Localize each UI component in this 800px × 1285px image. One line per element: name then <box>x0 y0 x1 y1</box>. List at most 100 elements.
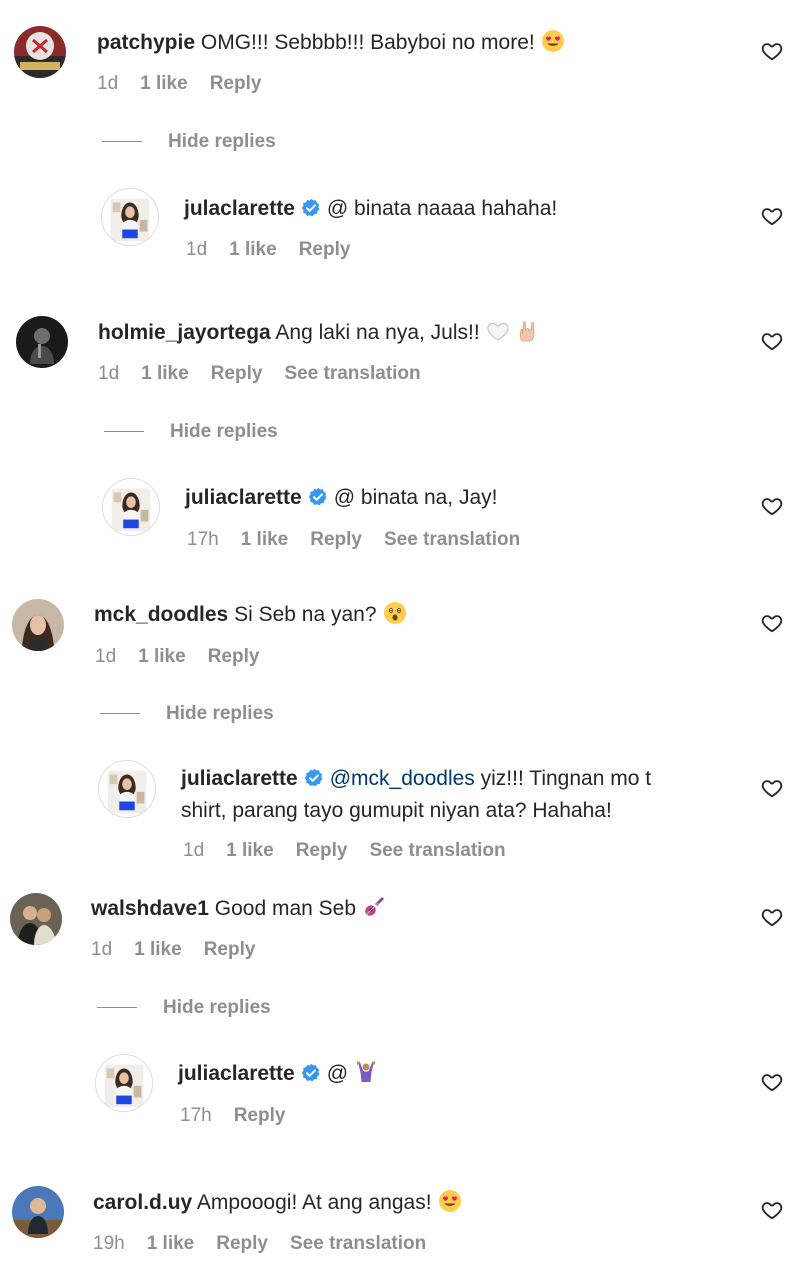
like-heart-icon[interactable] <box>761 777 783 799</box>
reply-text: juliaclarette @mck_doodles yiz!!! Tingnan… <box>181 764 651 794</box>
divider <box>100 713 140 715</box>
divider <box>97 1007 137 1009</box>
username[interactable]: julaclarette <box>184 197 295 220</box>
avatar[interactable] <box>12 1186 64 1238</box>
like-heart-icon[interactable] <box>761 330 783 352</box>
comment-meta: 1d 1 like Reply <box>91 938 277 962</box>
comment-meta: 1d 1 like Reply <box>97 72 283 96</box>
reply-body-continued: shirt, parang tayo gumupit niyan ata? Ha… <box>181 799 612 822</box>
reply-text-continued: shirt, parang tayo gumupit niyan ata? Ha… <box>181 796 612 826</box>
username[interactable]: mck_doodles <box>94 603 228 626</box>
comment-meta: 1d 1 like Reply <box>95 645 281 669</box>
astonished-face-icon <box>383 601 407 625</box>
person-raising-hands-icon <box>354 1060 378 1084</box>
reply-button[interactable]: Reply <box>208 646 260 667</box>
like-heart-icon[interactable] <box>761 1071 783 1093</box>
hide-replies-button[interactable]: Hide replies <box>102 130 276 154</box>
rock-hand-icon <box>516 319 540 343</box>
like-heart-icon[interactable] <box>761 205 783 227</box>
likes-count[interactable]: 1 like <box>141 363 189 384</box>
comment-body: Good man Seb <box>214 897 357 920</box>
hide-replies-label: Hide replies <box>168 131 276 152</box>
hide-replies-button[interactable]: Hide replies <box>100 702 274 726</box>
mention-link[interactable]: @mck_doodles <box>330 767 475 790</box>
like-heart-icon[interactable] <box>761 40 783 62</box>
reply-meta: 17h 1 like Reply See translation <box>187 528 542 552</box>
hide-replies-button[interactable]: Hide replies <box>104 420 278 444</box>
see-translation-button[interactable]: See translation <box>384 529 520 550</box>
comment-body: Ang laki na nya, Juls!! <box>275 321 480 344</box>
username[interactable]: juliaclarette <box>178 1062 295 1085</box>
timestamp: 1d <box>97 73 119 94</box>
hide-replies-label: Hide replies <box>163 997 271 1018</box>
reply-text: juliaclarette @ <box>178 1059 378 1089</box>
timestamp: 1d <box>91 939 113 960</box>
username[interactable]: juliaclarette <box>185 486 302 509</box>
reply-button[interactable]: Reply <box>204 939 256 960</box>
white-heart-icon <box>486 319 510 343</box>
reply-button[interactable]: Reply <box>211 363 263 384</box>
avatar[interactable] <box>14 26 66 78</box>
timestamp: 1d <box>98 363 120 384</box>
avatar[interactable] <box>98 760 156 818</box>
verified-badge-icon <box>301 198 321 218</box>
reply-meta: 1d 1 like Reply <box>186 238 372 262</box>
timestamp: 1d <box>186 239 208 260</box>
reply-body: @ binata na, Jay! <box>333 486 498 509</box>
reply-meta: 1d 1 like Reply See translation <box>183 839 528 863</box>
likes-count[interactable]: 1 like <box>226 840 274 861</box>
likes-count[interactable]: 1 like <box>147 1233 195 1254</box>
likes-count[interactable]: 1 like <box>134 939 182 960</box>
like-heart-icon[interactable] <box>761 1199 783 1221</box>
timestamp: 1d <box>183 840 205 861</box>
reply-button[interactable]: Reply <box>216 1233 268 1254</box>
like-heart-icon[interactable] <box>761 495 783 517</box>
likes-count[interactable]: 1 like <box>229 239 277 260</box>
reply-button[interactable]: Reply <box>299 239 351 260</box>
hide-replies-button[interactable]: Hide replies <box>97 996 271 1020</box>
like-heart-icon[interactable] <box>761 906 783 928</box>
likes-count[interactable]: 1 like <box>241 529 289 550</box>
see-translation-button[interactable]: See translation <box>290 1233 426 1254</box>
timestamp: 1d <box>95 646 117 667</box>
guitar-icon <box>362 895 386 919</box>
username[interactable]: juliaclarette <box>181 767 298 790</box>
avatar[interactable] <box>101 188 159 246</box>
avatar[interactable] <box>10 893 62 945</box>
reply-text: julaclarette @ binata naaaa hahaha! <box>184 194 557 224</box>
reply-meta: 17h Reply <box>180 1104 307 1128</box>
likes-count[interactable]: 1 like <box>138 646 186 667</box>
reply-body: @ binata naaaa hahaha! <box>326 197 558 220</box>
reply-button[interactable]: Reply <box>310 529 362 550</box>
timestamp: 17h <box>180 1105 212 1126</box>
comment-body: OMG!!! Sebbbb!!! Babyboi no more! <box>200 31 535 54</box>
reply-body: yiz!!! Tingnan mo t <box>480 767 652 790</box>
username[interactable]: carol.d.uy <box>93 1191 192 1214</box>
avatar[interactable] <box>16 316 68 368</box>
hide-replies-label: Hide replies <box>166 703 274 724</box>
avatar[interactable] <box>12 599 64 651</box>
hide-replies-label: Hide replies <box>170 421 278 442</box>
divider <box>104 431 144 433</box>
reply-button[interactable]: Reply <box>210 73 262 94</box>
username[interactable]: holmie_jayortega <box>98 321 271 344</box>
see-translation-button[interactable]: See translation <box>284 363 420 384</box>
comment-text: holmie_jayortega Ang laki na nya, Juls!! <box>98 318 540 348</box>
timestamp: 17h <box>187 529 219 550</box>
verified-badge-icon <box>301 1063 321 1083</box>
like-heart-icon[interactable] <box>761 612 783 634</box>
likes-count[interactable]: 1 like <box>140 73 188 94</box>
username[interactable]: walshdave1 <box>91 897 209 920</box>
reply-button[interactable]: Reply <box>234 1105 286 1126</box>
avatar[interactable] <box>95 1054 153 1112</box>
reply-button[interactable]: Reply <box>296 840 348 861</box>
divider <box>102 141 142 143</box>
see-translation-button[interactable]: See translation <box>369 840 505 861</box>
username[interactable]: patchypie <box>97 31 195 54</box>
smiling-face-with-heart-eyes-emoji-icon <box>541 29 565 53</box>
comment-text: patchypie OMG!!! Sebbbb!!! Babyboi no mo… <box>97 28 565 58</box>
avatar[interactable] <box>102 478 160 536</box>
comment-body: Ampooogi! At ang angas! <box>196 1191 432 1214</box>
comment-meta: 1d 1 like Reply See translation <box>98 362 443 386</box>
comment-text: carol.d.uy Ampooogi! At ang angas! <box>93 1188 462 1218</box>
